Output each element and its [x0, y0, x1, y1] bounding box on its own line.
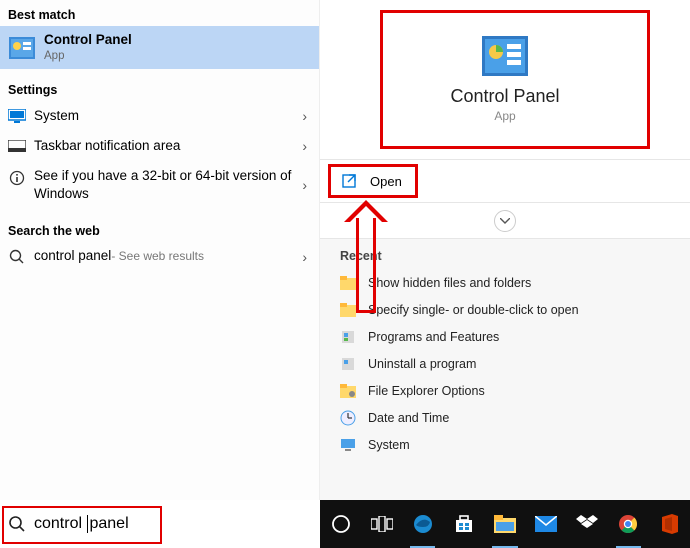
search-icon: [0, 515, 34, 533]
chevron-right-icon: ›: [302, 177, 307, 193]
recent-item[interactable]: System: [340, 431, 670, 458]
recent-item-icon: [340, 329, 356, 345]
taskbar: [320, 500, 690, 548]
expand-row[interactable]: [320, 203, 690, 239]
chevron-right-icon: ›: [302, 138, 307, 154]
chevron-down-icon: [494, 210, 516, 232]
result-text: Control Panel App: [44, 32, 311, 63]
settings-label: System: [34, 108, 311, 125]
settings-label: See if you have a 32-bit or 64-bit versi…: [34, 167, 311, 203]
result-control-panel[interactable]: Control Panel App: [0, 26, 319, 69]
settings-label: Taskbar notification area: [34, 138, 311, 155]
recent-item-label: Uninstall a program: [368, 357, 476, 371]
recent-item[interactable]: Date and Time: [340, 404, 670, 431]
display-icon: [8, 107, 26, 125]
search-web-header: Search the web: [0, 210, 319, 242]
recent-item-icon: [340, 356, 356, 372]
taskbar-mail-icon[interactable]: [526, 500, 567, 548]
hero-area: Control Panel App: [320, 0, 690, 160]
taskbar-explorer-icon[interactable]: [484, 500, 525, 548]
recent-item-label: Programs and Features: [368, 330, 499, 344]
search-text-after: panel: [89, 515, 128, 532]
taskbar-taskview-icon[interactable]: [361, 500, 402, 548]
recent-item-label: System: [368, 438, 410, 452]
recent-section: Recent Show hidden files and folders Spec…: [320, 239, 690, 458]
web-result-control-panel[interactable]: control panel - See web results ›: [0, 242, 319, 272]
settings-item-system[interactable]: System ›: [0, 101, 319, 131]
recent-item-label: Specify single- or double-click to open: [368, 303, 579, 317]
recent-item-icon: [340, 275, 356, 291]
search-bar[interactable]: control panel: [0, 500, 320, 548]
recent-item[interactable]: Show hidden files and folders: [340, 269, 670, 296]
recent-header: Recent: [340, 249, 670, 269]
search-results-pane: Best match Control Panel App Settings Sy…: [0, 0, 320, 500]
recent-item-icon: [340, 437, 356, 453]
recent-item-icon: [340, 302, 356, 318]
recent-item-icon: [340, 410, 356, 426]
web-sub: - See web results: [111, 249, 204, 264]
recent-item-label: File Explorer Options: [368, 384, 485, 398]
recent-item-label: Show hidden files and folders: [368, 276, 531, 290]
settings-item-taskbar-notification[interactable]: Taskbar notification area ›: [0, 131, 319, 161]
taskbar-edge-icon[interactable]: [402, 500, 443, 548]
settings-item-bitness[interactable]: See if you have a 32-bit or 64-bit versi…: [0, 161, 319, 209]
recent-item[interactable]: Specify single- or double-click to open: [340, 296, 670, 323]
open-action-row[interactable]: Open: [320, 160, 690, 203]
taskbar-store-icon[interactable]: [443, 500, 484, 548]
taskbar-office-icon[interactable]: [649, 500, 690, 548]
annotation-highlight-open: [328, 164, 418, 198]
result-label: Control Panel: [44, 32, 311, 49]
search-text-before: control: [34, 515, 86, 532]
chevron-right-icon: ›: [302, 249, 307, 265]
taskbar-chrome-icon[interactable]: [608, 500, 649, 548]
recent-item[interactable]: Uninstall a program: [340, 350, 670, 377]
annotation-highlight-hero: [380, 10, 650, 149]
chevron-right-icon: ›: [302, 108, 307, 124]
recent-item[interactable]: Programs and Features: [340, 323, 670, 350]
recent-item[interactable]: File Explorer Options: [340, 377, 670, 404]
control-panel-icon: [8, 34, 36, 62]
recent-item-label: Date and Time: [368, 411, 449, 425]
search-input[interactable]: control panel: [34, 515, 320, 533]
taskbar-dropbox-icon[interactable]: [567, 500, 608, 548]
taskbar-cortana-icon[interactable]: [320, 500, 361, 548]
search-icon: [8, 248, 26, 266]
taskbar-icon: [8, 137, 26, 155]
recent-item-icon: [340, 383, 356, 399]
best-match-header: Best match: [0, 0, 319, 26]
settings-header: Settings: [0, 69, 319, 101]
info-icon: [8, 169, 26, 187]
result-sub: App: [44, 49, 311, 63]
web-label: control panel: [34, 248, 111, 265]
preview-pane: Control Panel App Open Recent Show hidde…: [320, 0, 690, 500]
